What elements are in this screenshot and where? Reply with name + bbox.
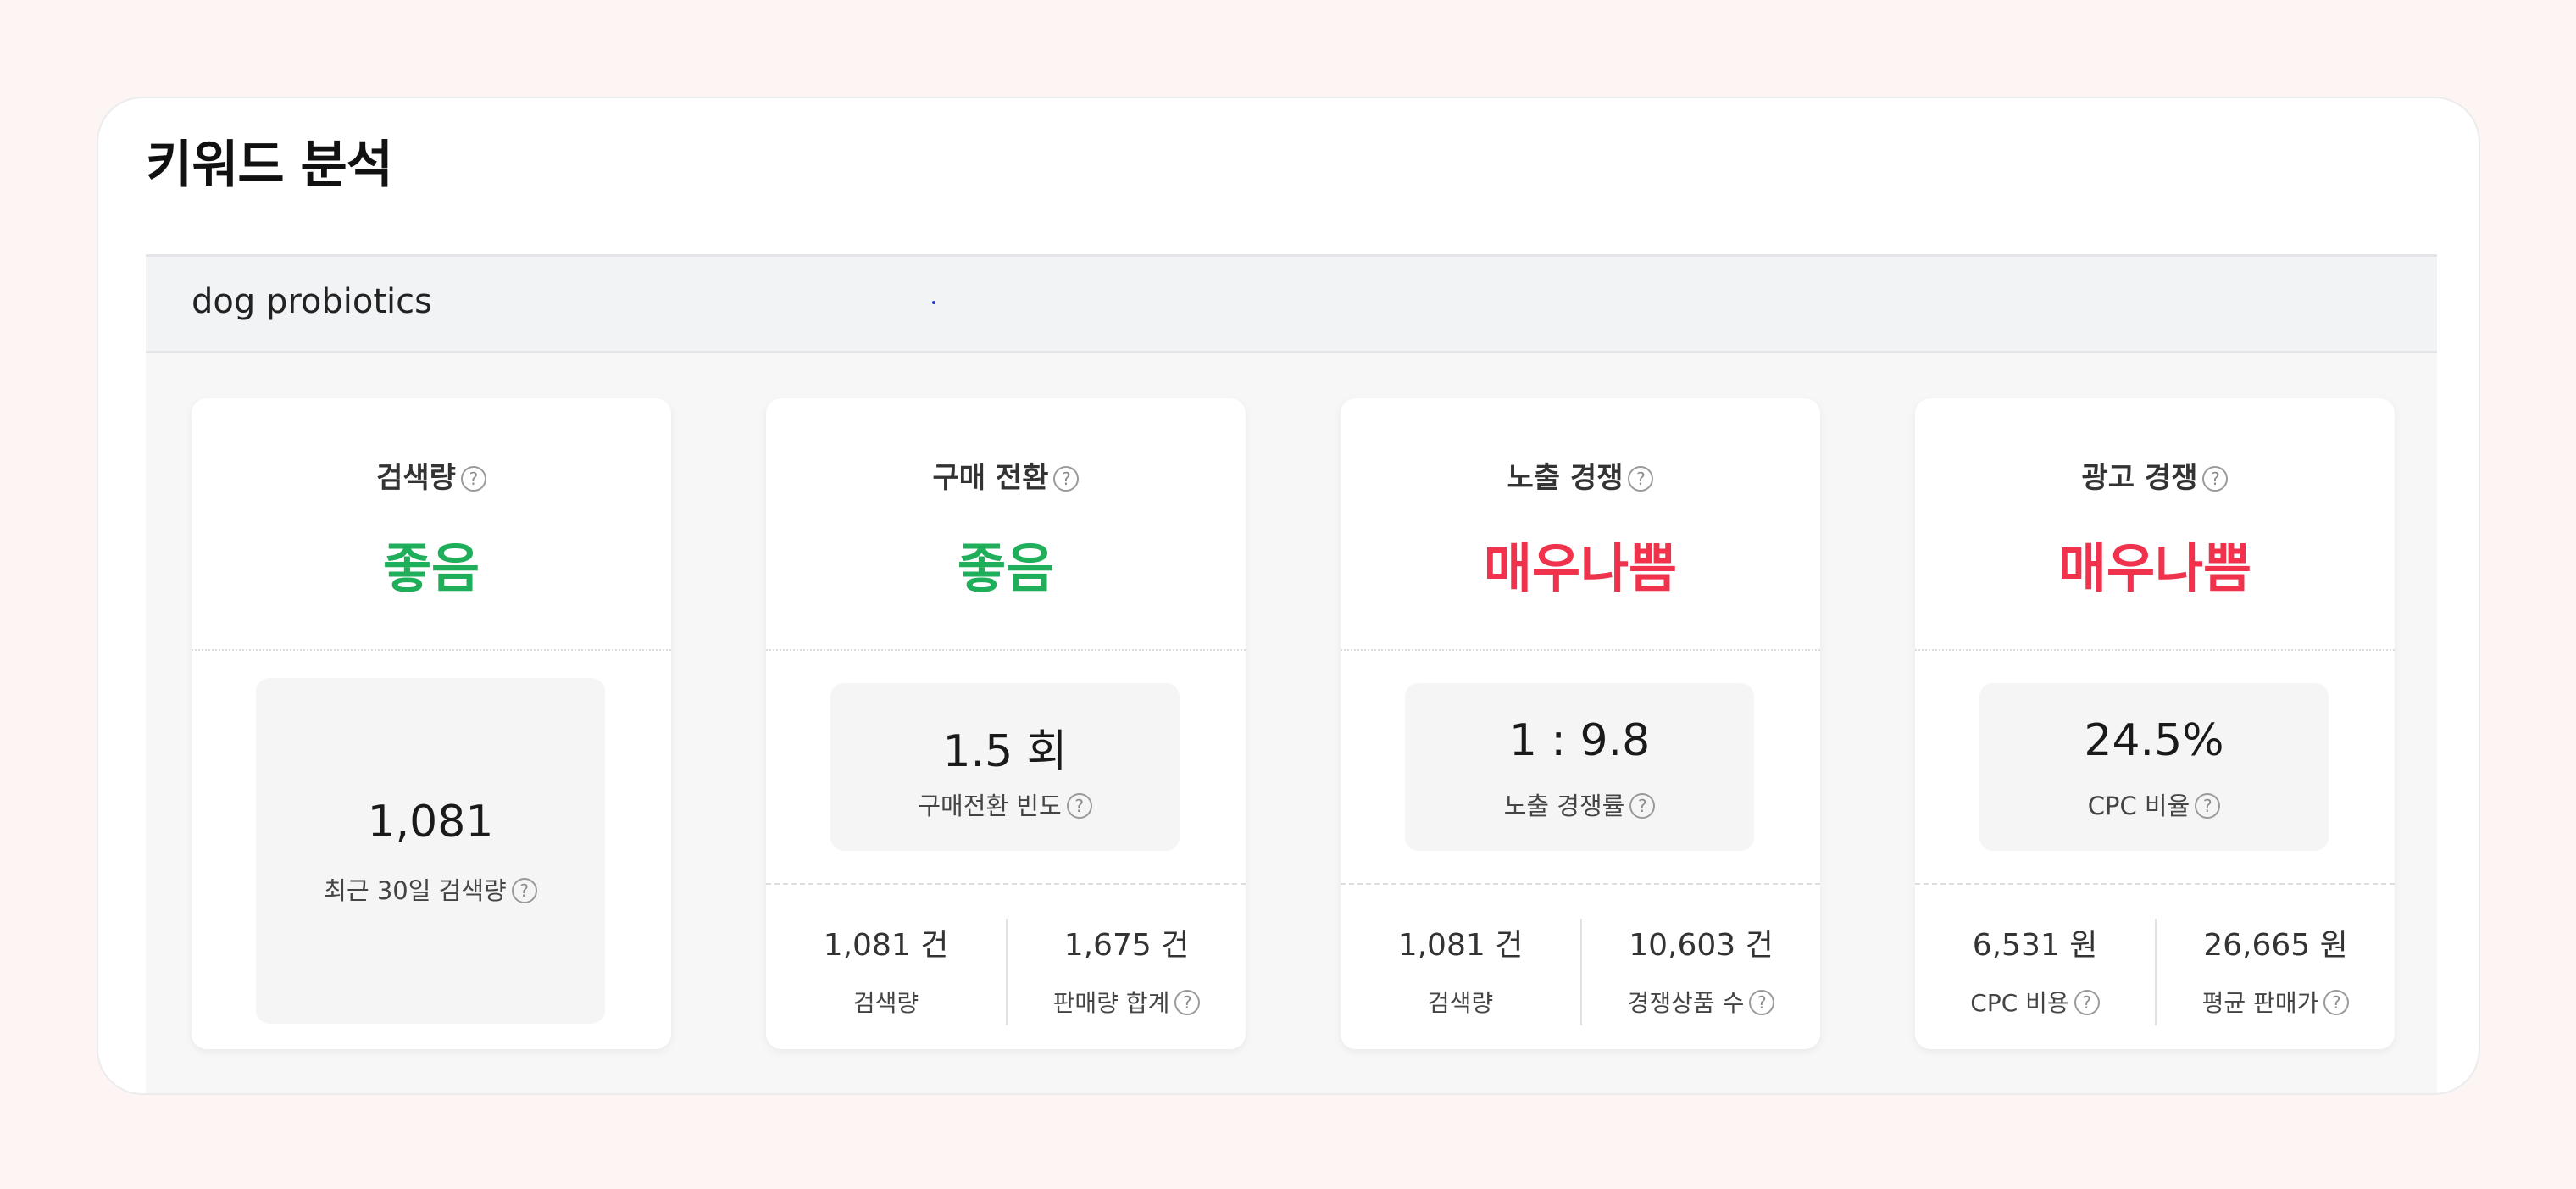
- help-icon[interactable]: ?: [460, 466, 486, 492]
- help-icon[interactable]: ?: [1066, 793, 1092, 819]
- metric-value: 24.5%: [2084, 715, 2224, 766]
- help-icon[interactable]: ?: [1749, 990, 1775, 1015]
- card-search-volume: 검색량? 좋음 1,081 최근 30일 검색량?: [192, 398, 671, 1049]
- page-title: 키워드 분석: [146, 136, 393, 195]
- keyword-bar: dog probiotics: [146, 254, 2437, 353]
- decorative-dot: [932, 301, 935, 304]
- footer-stat: 1,081 건 검색량: [1341, 885, 1580, 1049]
- card-label: 구매 전환: [932, 461, 1049, 495]
- footer-stat: 1,675 건 판매량 합계?: [1006, 919, 1246, 1025]
- card-header: 검색량? 좋음: [192, 398, 671, 651]
- metric-value: 1,081: [367, 797, 494, 847]
- card-purchase-conversion: 구매 전환? 좋음 1.5 회 구매전환 빈도? 1,081 건 검색량 1,6…: [766, 398, 1246, 1049]
- card-label: 광고 경쟁: [2081, 461, 2198, 495]
- footer-label: CPC 비용: [1970, 989, 2069, 1017]
- help-icon[interactable]: ?: [2202, 466, 2229, 492]
- metric-box: 24.5% CPC 비율?: [1979, 683, 2329, 851]
- footer-value: 26,665 원: [2203, 928, 2348, 963]
- card-footer: 1,081 건 검색량 1,675 건 판매량 합계?: [766, 883, 1246, 1049]
- footer-value: 1,081 건: [823, 928, 949, 963]
- footer-stat: 1,081 건 검색량: [766, 885, 1006, 1049]
- footer-label: 판매량 합계: [1052, 989, 1170, 1017]
- metric-caption: 노출 경쟁률: [1503, 792, 1625, 820]
- footer-value: 6,531 원: [1972, 928, 2098, 963]
- metric-caption: 구매전환 빈도: [918, 792, 1062, 820]
- metric-value: 1 : 9.8: [1508, 715, 1651, 766]
- help-icon[interactable]: ?: [2074, 990, 2100, 1015]
- metric-box: 1 : 9.8 노출 경쟁률?: [1405, 683, 1754, 851]
- help-icon[interactable]: ?: [1174, 990, 1201, 1015]
- metric-box: 1,081 최근 30일 검색량?: [256, 678, 605, 1024]
- footer-stat: 10,603 건 경쟁상품 수?: [1580, 919, 1820, 1025]
- metric-caption: CPC 비율: [2087, 792, 2190, 820]
- card-label: 노출 경쟁: [1507, 461, 1624, 495]
- footer-stat: 6,531 원 CPC 비용?: [1915, 885, 2155, 1049]
- metric-cards-area: 검색량? 좋음 1,081 최근 30일 검색량? 구매 전환? 좋음 1.5 …: [146, 353, 2437, 1093]
- status-badge: 매우나쁨: [2057, 537, 2252, 599]
- card-footer: 6,531 원 CPC 비용? 26,665 원 평균 판매가?: [1915, 883, 2395, 1049]
- footer-value: 1,675 건: [1063, 928, 1190, 963]
- card-header: 구매 전환? 좋음: [766, 398, 1246, 651]
- footer-label: 평균 판매가: [2201, 989, 2319, 1017]
- card-header: 노출 경쟁? 매우나쁨: [1341, 398, 1820, 651]
- card-label: 검색량: [376, 461, 456, 495]
- help-icon[interactable]: ?: [511, 878, 537, 903]
- card-header: 광고 경쟁? 매우나쁨: [1915, 398, 2395, 651]
- footer-label: 경쟁상품 수: [1627, 989, 1745, 1017]
- metric-caption: 최근 30일 검색량: [324, 876, 507, 905]
- help-icon[interactable]: ?: [2195, 793, 2221, 819]
- keyword-label: dog probiotics: [192, 282, 433, 321]
- metric-value: 1.5 회: [942, 726, 1068, 777]
- keyword-analysis-panel: 키워드 분석 dog probiotics 검색량? 좋음 1,081 최근 3…: [97, 97, 2480, 1095]
- status-badge: 좋음: [957, 537, 1055, 599]
- footer-label: 검색량: [852, 989, 919, 1017]
- help-icon[interactable]: ?: [1629, 793, 1656, 819]
- footer-value: 1,081 건: [1397, 928, 1524, 963]
- help-icon[interactable]: ?: [1053, 466, 1080, 492]
- card-exposure-competition: 노출 경쟁? 매우나쁨 1 : 9.8 노출 경쟁률? 1,081 건 검색량 …: [1341, 398, 1820, 1049]
- footer-value: 10,603 건: [1629, 928, 1774, 963]
- help-icon[interactable]: ?: [1628, 466, 1654, 492]
- footer-label: 검색량: [1427, 989, 1494, 1017]
- status-badge: 좋음: [382, 537, 480, 599]
- card-ad-competition: 광고 경쟁? 매우나쁨 24.5% CPC 비율? 6,531 원 CPC 비용…: [1915, 398, 2395, 1049]
- metric-box: 1.5 회 구매전환 빈도?: [830, 683, 1180, 851]
- card-footer: 1,081 건 검색량 10,603 건 경쟁상품 수?: [1341, 883, 1820, 1049]
- footer-stat: 26,665 원 평균 판매가?: [2155, 919, 2395, 1025]
- status-badge: 매우나쁨: [1483, 537, 1678, 599]
- help-icon[interactable]: ?: [2323, 990, 2350, 1015]
